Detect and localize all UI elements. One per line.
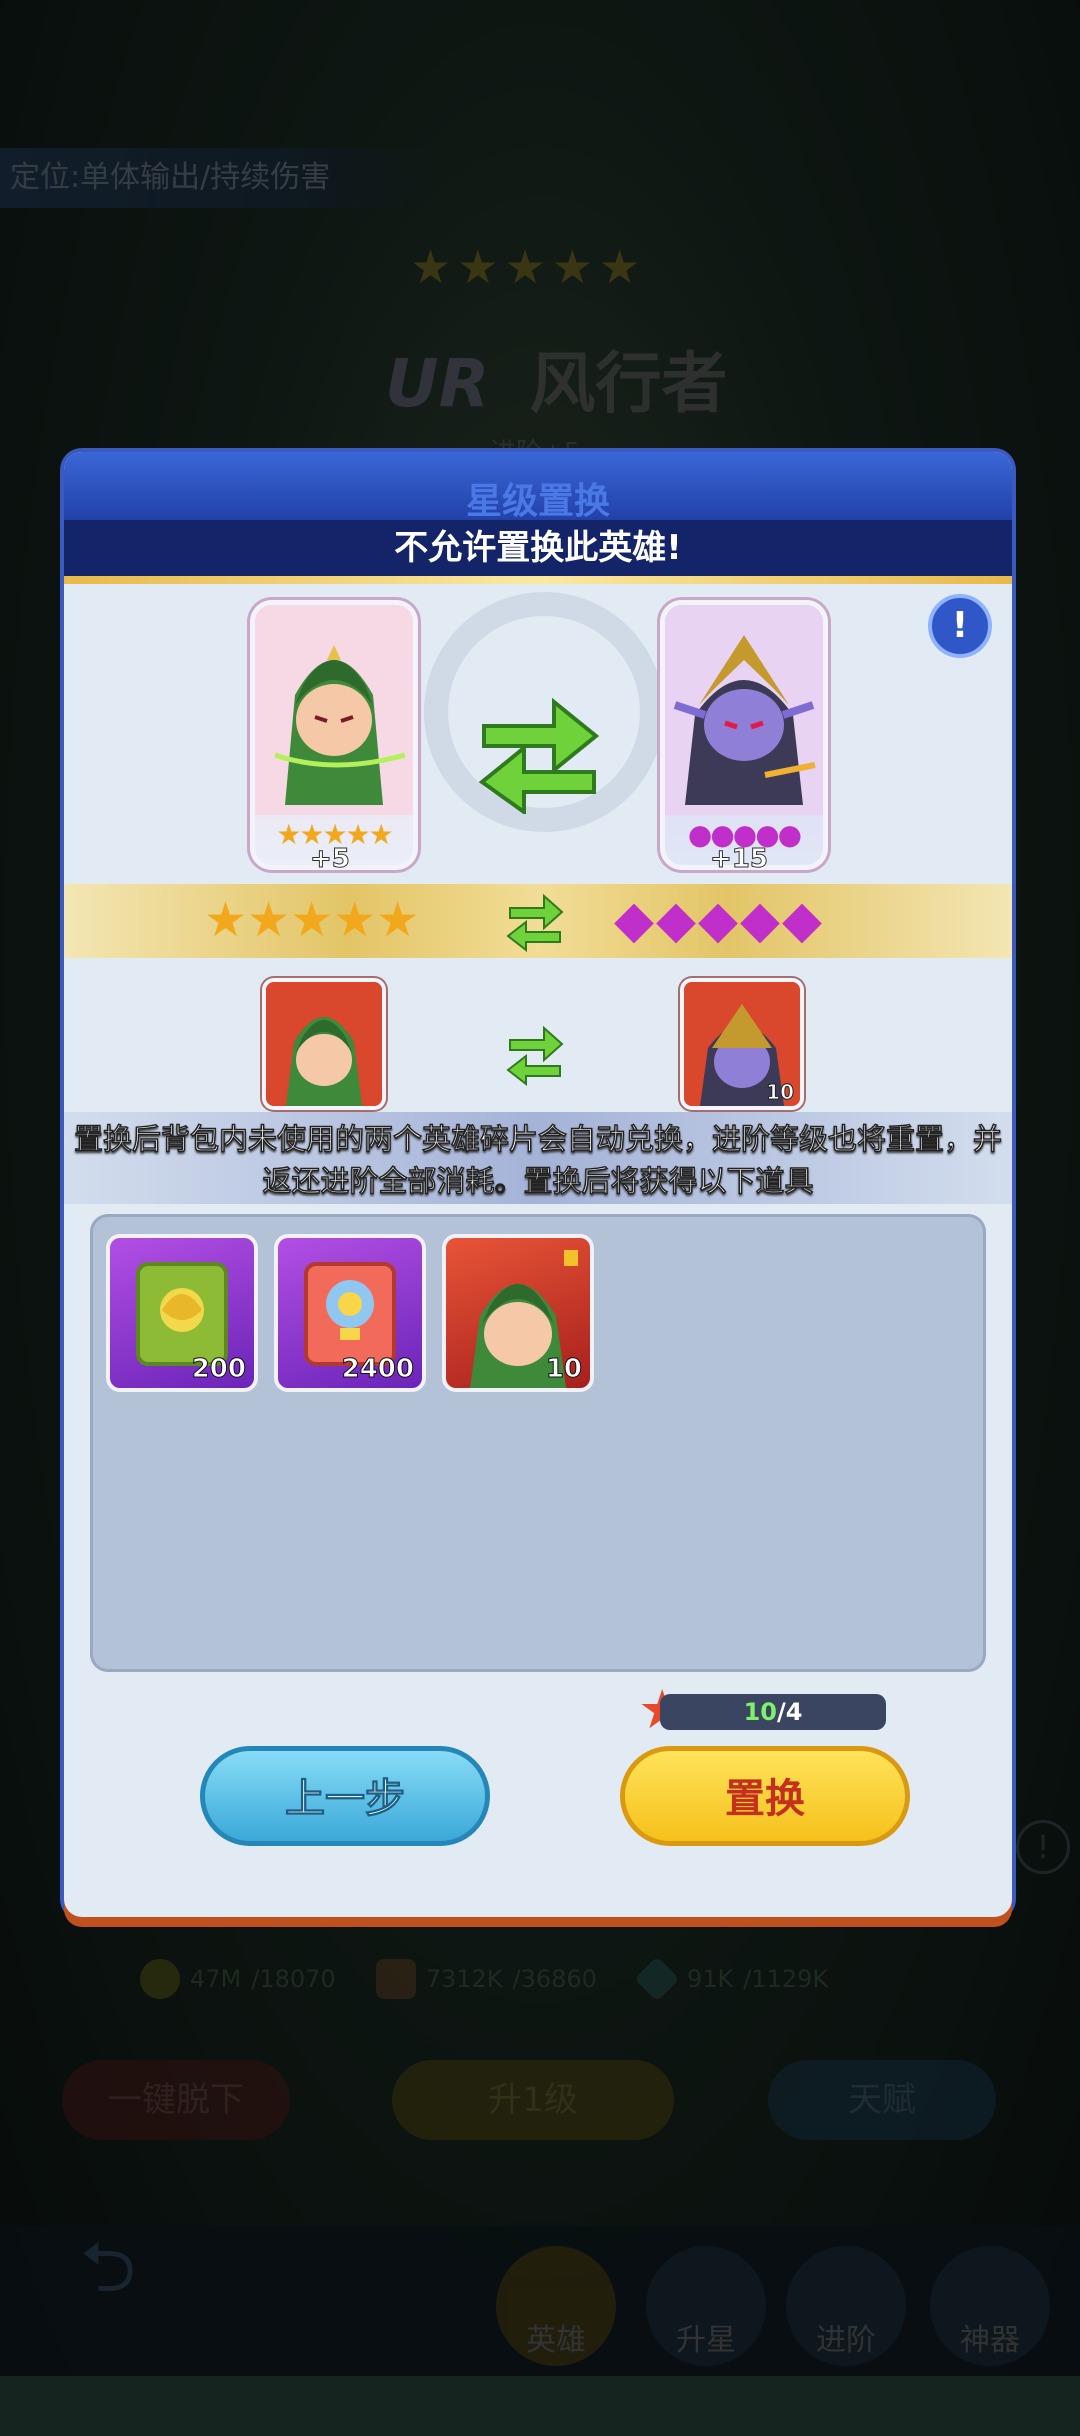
- reward-count: 2400: [341, 1354, 414, 1385]
- wind-ranger-portrait: [255, 605, 413, 815]
- swap-arrows-icon: [478, 697, 600, 814]
- swap-description: 置换后背包内未使用的两个英雄碎片会自动兑换，进阶等级也将重置，并返还进阶全部消耗…: [64, 1112, 1012, 1204]
- dark-elf-portrait: [665, 605, 823, 815]
- source-hero-card[interactable]: ★★★★★: [250, 600, 418, 870]
- target-star-rating: ◆◆◆◆◆: [614, 890, 824, 950]
- swap-arrows-mid-icon: [506, 1025, 564, 1087]
- target-hero-fragment: 10: [680, 978, 804, 1110]
- reward-hero-fragment[interactable]: 10: [442, 1234, 594, 1392]
- dialog-header: 星级置换 不允许置换此英雄!: [64, 452, 1012, 576]
- header-divider: [64, 576, 1012, 584]
- reward-count: 200: [191, 1354, 246, 1385]
- swap-button[interactable]: 置换: [620, 1746, 910, 1846]
- source-star-rating: ★★★★★: [204, 892, 420, 948]
- previous-step-button[interactable]: 上一步: [200, 1746, 490, 1846]
- reward-list: 200 2400 10: [90, 1214, 986, 1672]
- wind-ranger-fragment-portrait: [266, 982, 382, 1106]
- reward-bulb-card[interactable]: 2400: [274, 1234, 426, 1392]
- source-hero-fragment: [262, 978, 386, 1110]
- help-info-button[interactable]: !: [928, 594, 992, 658]
- target-hero-card[interactable]: ●●●●●: [660, 600, 828, 870]
- fragment-progress: 10/4: [660, 1694, 886, 1730]
- reward-count: 10: [545, 1354, 582, 1385]
- dialog-header-ghost-title: 星级置换: [465, 481, 610, 522]
- reward-lotus-card[interactable]: 200: [106, 1234, 258, 1392]
- target-fragment-count: 10: [766, 1080, 795, 1105]
- dialog-title: 不允许置换此英雄!: [64, 520, 1012, 576]
- swap-arrows-small-icon: [506, 893, 564, 952]
- star-comparison-band: ★★★★★ ◆◆◆◆◆: [64, 884, 1012, 958]
- target-hero-plus: +15: [710, 844, 769, 875]
- star-swap-dialog: 星级置换 不允许置换此英雄! ! ★★★★★ +5 ●●●●● +15 ★★★★…: [64, 452, 1012, 1917]
- source-hero-plus: +5: [310, 844, 351, 875]
